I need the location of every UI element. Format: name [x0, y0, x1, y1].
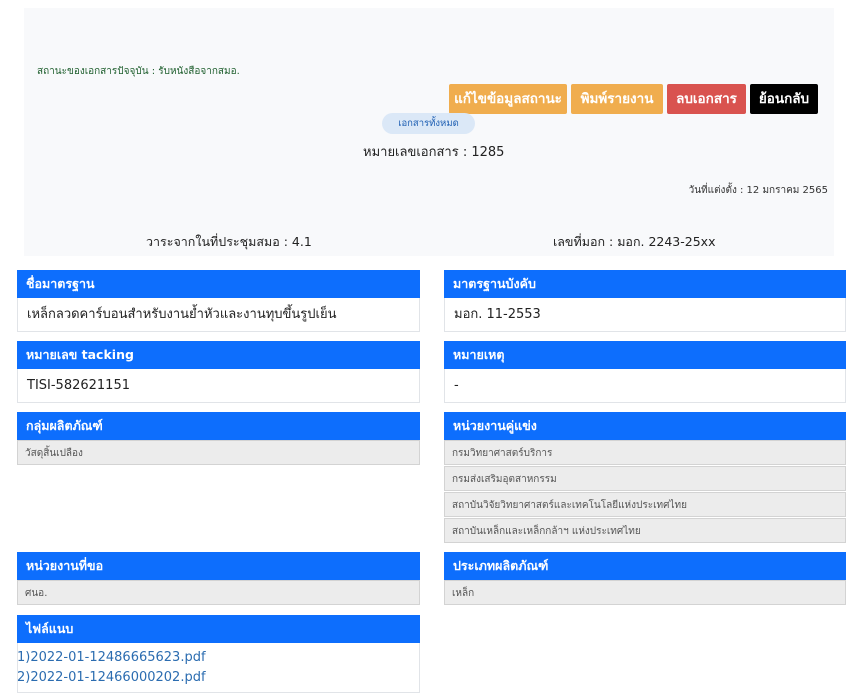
remark-value: -: [444, 369, 846, 403]
mandatory-standard-header: มาตรฐานบังคับ: [444, 270, 846, 298]
partner-agencies-header: หน่วยงานคู่แข่ง: [444, 412, 846, 440]
product-group-header: กลุ่มผลิตภัณฑ์: [17, 412, 420, 440]
delete-document-button[interactable]: ลบเอกสาร: [667, 84, 746, 114]
current-status-text: สถานะของเอกสารปัจจุบัน : รับหนังสือจากสม…: [37, 66, 240, 77]
tracking-number-header: หมายเลข tacking: [17, 341, 420, 369]
requesting-agency-header: หน่วยงานที่ขอ: [17, 552, 420, 580]
mandatory-standard-value: มอก. 11-2553: [444, 298, 846, 332]
attachments-header: ไฟล์แนบ: [17, 615, 420, 643]
back-button[interactable]: ย้อนกลับ: [750, 84, 818, 114]
attachment-link[interactable]: 2)2022-01-12466000202.pdf: [17, 670, 206, 685]
document-number: หมายเลขเอกสาร : 1285: [363, 145, 505, 160]
appointed-date: วันที่แต่งตั้ง : 12 มกราคม 2565: [688, 185, 828, 196]
product-type-item: เหล็ก: [444, 580, 846, 605]
partner-agency-item: กรมส่งเสริมอุตสาหกรรม: [444, 466, 846, 491]
partner-agency-item: กรมวิทยาศาสตร์บริการ: [444, 440, 846, 465]
attachment-link[interactable]: 1)2022-01-12486665623.pdf: [17, 650, 206, 665]
standard-name-header: ชื่อมาตรฐาน: [17, 270, 420, 298]
edit-status-button[interactable]: แก้ไขข้อมูลสถานะ: [449, 84, 567, 114]
partner-agency-item: สถาบันเหล็กและเหล็กกล้าฯ แห่งประเทศไทย: [444, 518, 846, 543]
meeting-agenda: วาระจากในที่ประชุมสมอ : 4.1: [146, 234, 312, 249]
partner-agency-item: สถาบันวิจัยวิทยาศาสตร์และเทคโนโลยีแห่งปร…: [444, 492, 846, 517]
standard-name-value: เหล็กลวดคาร์บอนสำหรับงานย้ำหัวและงานทุบข…: [17, 298, 420, 332]
tracking-number-value: TISI-582621151: [17, 369, 420, 403]
remark-header: หมายเหตุ: [444, 341, 846, 369]
product-group-item: วัสดุสิ้นเปลือง: [17, 440, 420, 465]
requesting-agency-item: ศนอ.: [17, 580, 420, 605]
product-type-header: ประเภทผลิตภัณฑ์: [444, 552, 846, 580]
mok-number: เลขที่มอก : มอก. 2243-25xx: [553, 234, 716, 249]
print-report-button[interactable]: พิมพ์รายงาน: [571, 84, 663, 114]
all-documents-badge[interactable]: เอกสารทั้งหมด: [382, 113, 475, 134]
